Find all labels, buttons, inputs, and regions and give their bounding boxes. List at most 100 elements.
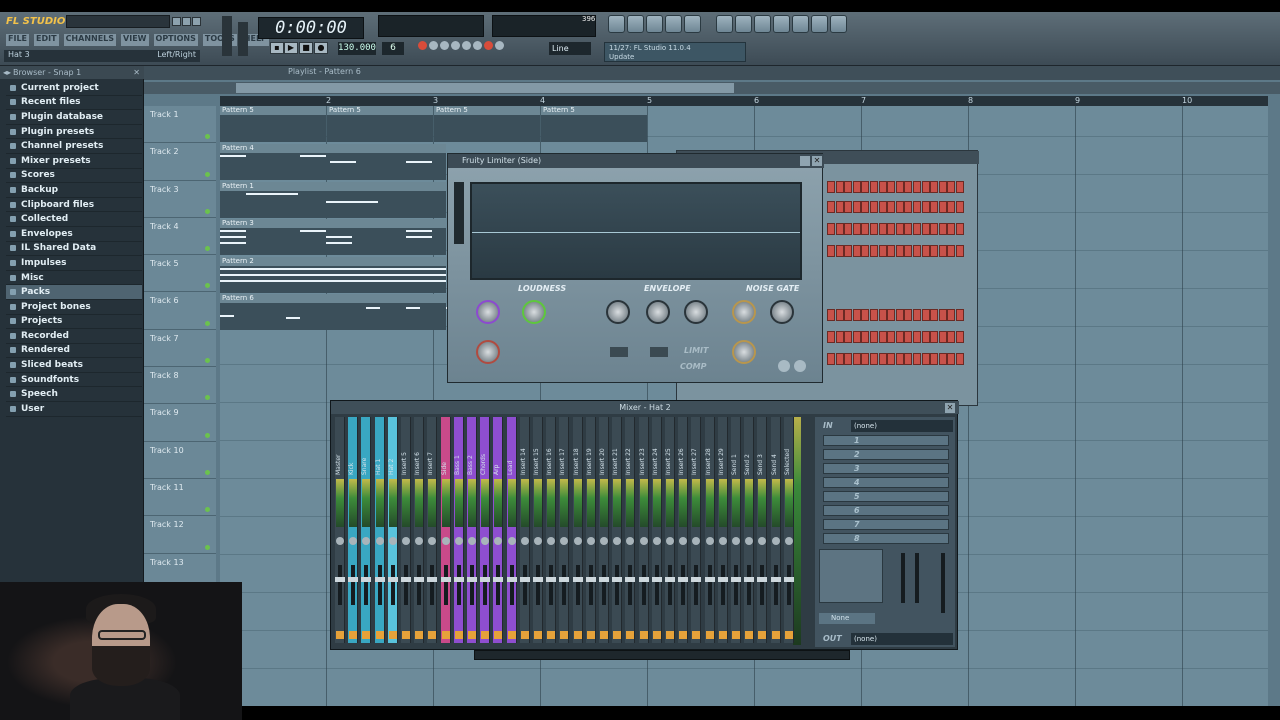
step-button[interactable] <box>852 223 861 235</box>
volume-fader[interactable] <box>720 565 725 605</box>
pan-knob[interactable] <box>454 537 463 545</box>
volume-fader[interactable] <box>773 565 778 605</box>
limiter-close-icon[interactable]: ✕ <box>812 156 822 166</box>
step-button[interactable] <box>895 309 904 321</box>
step-button[interactable] <box>956 353 964 365</box>
step-button[interactable] <box>852 331 861 343</box>
track-header[interactable]: Track 2 <box>144 143 216 181</box>
mixer-strip[interactable]: Arp <box>493 417 504 643</box>
mixer-strip[interactable]: Insert 19 <box>585 417 596 643</box>
wait-input-icon[interactable] <box>495 41 504 50</box>
plugin-picker-icon[interactable] <box>716 15 733 33</box>
route-button[interactable] <box>336 631 344 639</box>
record-icon[interactable] <box>418 41 427 50</box>
step-button[interactable] <box>827 353 835 365</box>
step-button[interactable] <box>956 331 964 343</box>
track-mute-led[interactable] <box>205 469 210 475</box>
step-button[interactable] <box>921 201 930 213</box>
route-button[interactable] <box>758 631 767 639</box>
step-button[interactable] <box>938 201 947 213</box>
step-button[interactable] <box>930 331 939 343</box>
browser-item[interactable]: Recorded <box>6 329 142 344</box>
limiter-menu-icon[interactable] <box>800 156 810 166</box>
piano-roll-icon[interactable] <box>627 15 644 33</box>
step-button[interactable] <box>861 223 870 235</box>
step-button[interactable] <box>921 245 930 257</box>
step-button[interactable] <box>930 353 939 365</box>
ceiling-knob[interactable] <box>522 300 546 324</box>
pan-knob[interactable] <box>705 537 714 545</box>
input-select[interactable]: (none) <box>851 420 953 432</box>
track-header[interactable]: Track 12 <box>144 516 216 554</box>
route-button[interactable] <box>573 631 582 639</box>
step-button[interactable] <box>827 245 835 257</box>
mixer-strip[interactable]: Insert 16 <box>546 417 557 643</box>
step-button[interactable] <box>852 245 861 257</box>
eq-preset-select[interactable]: None <box>819 613 875 624</box>
volume-fader[interactable] <box>338 565 342 605</box>
stop-button[interactable]: ■ <box>299 42 313 54</box>
menu-options[interactable]: OPTIONS <box>153 34 198 46</box>
step-button[interactable] <box>870 223 878 235</box>
gain-knob[interactable] <box>476 300 500 324</box>
step-button[interactable] <box>913 331 921 343</box>
fader-cap[interactable] <box>335 577 345 582</box>
step-button[interactable] <box>835 353 844 365</box>
mixer-strip[interactable]: Send 3 <box>757 417 768 643</box>
step-button[interactable] <box>844 245 853 257</box>
route-button[interactable] <box>468 631 476 639</box>
step-button[interactable] <box>921 331 930 343</box>
mixer-strip[interactable]: Insert 28 <box>704 417 715 643</box>
fader-cap[interactable] <box>585 577 596 582</box>
fader-cap[interactable] <box>651 577 662 582</box>
mixer-strip[interactable]: Lead <box>506 417 517 643</box>
volume-fader[interactable] <box>509 565 514 605</box>
step-button[interactable] <box>930 201 939 213</box>
track-header[interactable]: Track 1 <box>144 106 216 144</box>
master-volume-slider[interactable] <box>222 16 232 56</box>
pattern-clip[interactable]: Pattern 1 <box>220 182 446 218</box>
mixer-strip[interactable]: Insert 25 <box>665 417 675 643</box>
track-header[interactable]: Track 6 <box>144 292 216 330</box>
curve-selector-1[interactable] <box>610 347 628 357</box>
release-knob[interactable] <box>646 300 670 324</box>
eq-band-slider-1[interactable] <box>901 553 905 603</box>
volume-fader[interactable] <box>786 565 791 605</box>
effect-slot[interactable]: 3 <box>823 463 949 474</box>
pan-knob[interactable] <box>468 537 476 545</box>
track-header[interactable]: Track 7 <box>144 329 216 368</box>
step-button[interactable] <box>947 353 956 365</box>
pan-knob[interactable] <box>520 537 529 545</box>
step-button[interactable] <box>878 181 887 193</box>
step-button[interactable] <box>921 353 930 365</box>
track-mute-led[interactable] <box>205 246 210 252</box>
curve-selector-2[interactable] <box>650 347 668 357</box>
pan-knob[interactable] <box>586 537 595 545</box>
step-button[interactable] <box>870 309 878 321</box>
menu-file[interactable]: FILE <box>6 34 30 46</box>
browser-item[interactable]: Recent files <box>6 96 142 111</box>
volume-fader[interactable] <box>562 565 567 605</box>
step-button[interactable] <box>904 353 913 365</box>
route-button[interactable] <box>507 631 516 639</box>
fader-cap[interactable] <box>506 577 517 582</box>
track-mute-led[interactable] <box>205 320 210 326</box>
step-button[interactable] <box>835 181 844 193</box>
mixer-strip[interactable]: Hat 2 <box>387 417 398 643</box>
volume-fader[interactable] <box>760 565 765 605</box>
step-button[interactable] <box>938 181 947 193</box>
volume-fader[interactable] <box>351 565 356 605</box>
effect-slot[interactable]: 7 <box>823 519 949 530</box>
step-button[interactable] <box>913 223 921 235</box>
pattern-clip[interactable]: Pattern 5 <box>541 106 647 142</box>
browser-icon[interactable] <box>684 15 701 33</box>
pan-knob[interactable] <box>481 537 490 545</box>
fader-cap[interactable] <box>783 577 794 582</box>
step-button[interactable] <box>947 331 956 343</box>
pan-knob[interactable] <box>771 537 780 545</box>
fader-cap[interactable] <box>361 577 372 582</box>
step-button[interactable] <box>835 309 844 321</box>
volume-fader[interactable] <box>390 565 395 605</box>
volume-fader[interactable] <box>377 565 382 605</box>
browser-item[interactable]: Current project <box>6 81 142 96</box>
